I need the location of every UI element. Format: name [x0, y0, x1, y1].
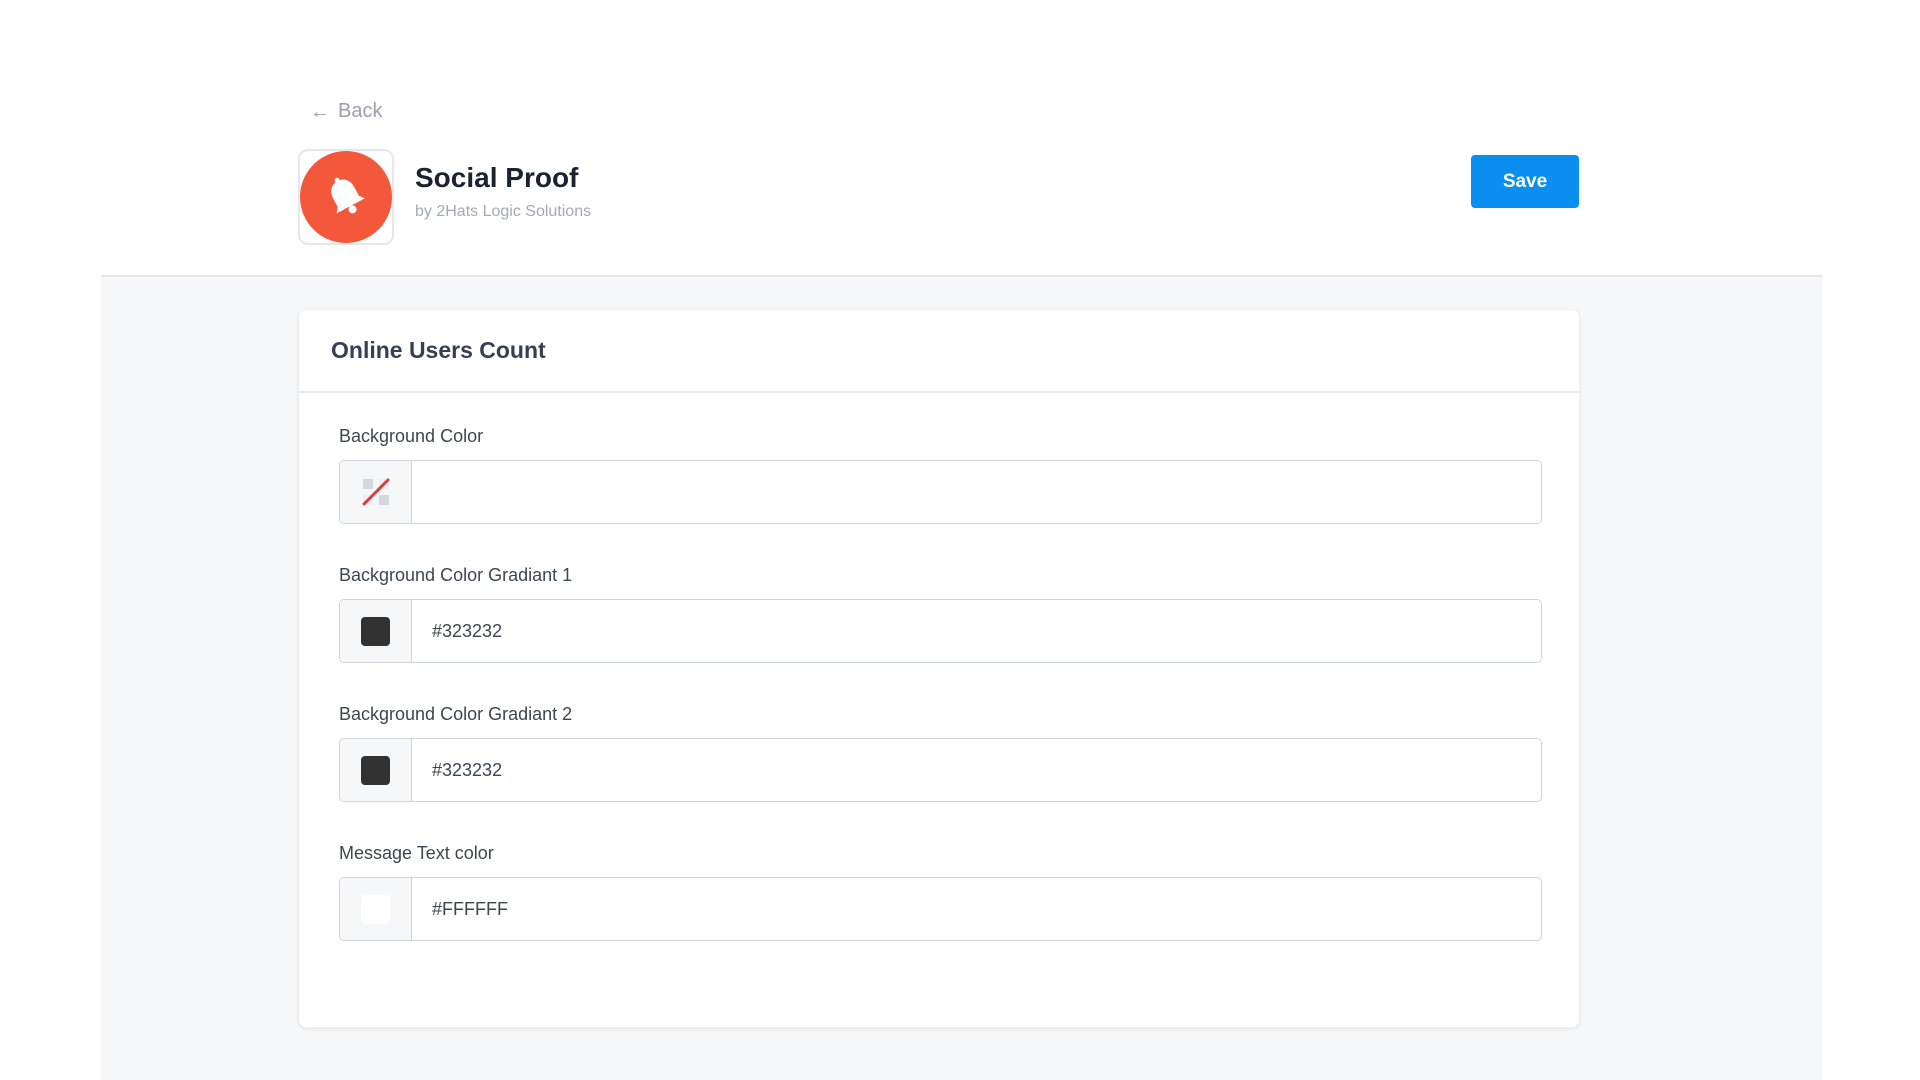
field-label: Background Color	[339, 426, 484, 446]
color-picker-button[interactable]	[340, 600, 412, 662]
background-color-field: Background Color	[339, 426, 1542, 524]
message-text-color-text-input[interactable]	[412, 878, 1541, 940]
app-logo	[298, 149, 394, 245]
app-title: Social Proof	[415, 162, 579, 193]
app-subtitle: by 2Hats Logic Solutions	[415, 203, 592, 220]
message-text-color-field: Message Text color	[339, 843, 1542, 941]
bell-icon	[331, 177, 365, 214]
back-link[interactable]: ← Back	[310, 100, 382, 123]
back-label: Back	[338, 100, 383, 122]
card-header: Online Users Count	[299, 310, 1579, 393]
color-swatch	[361, 755, 390, 785]
field-label: Background Color Gradiant 1	[339, 565, 573, 585]
gradient-2-field: Background Color Gradiant 2	[339, 704, 1542, 802]
app-logo-circle	[300, 151, 392, 243]
save-button[interactable]: Save	[1471, 155, 1579, 208]
color-picker-button[interactable]	[340, 739, 412, 801]
color-swatch	[361, 616, 390, 646]
background-color-input-group	[339, 460, 1542, 524]
gradient-1-text-input[interactable]	[412, 600, 1541, 662]
card-title: Online Users Count	[331, 337, 546, 363]
page-header: ← Back Social Proof by 2Hats Logic Solut…	[101, 0, 1823, 277]
gradient-1-field: Background Color Gradiant 1	[339, 565, 1542, 663]
background-color-text-input[interactable]	[412, 461, 1541, 523]
no-color-icon	[362, 478, 389, 506]
color-swatch	[361, 894, 390, 924]
gradient-2-input-group	[339, 738, 1542, 802]
gradient-1-input-group	[339, 599, 1542, 663]
settings-card: Online Users Count Background Color Back…	[298, 309, 1580, 1028]
field-label: Background Color Gradiant 2	[339, 704, 573, 724]
color-picker-button[interactable]	[340, 878, 412, 940]
gradient-2-text-input[interactable]	[412, 739, 1541, 801]
app-frame: ← Back Social Proof by 2Hats Logic Solut…	[101, 0, 1823, 1080]
message-text-color-input-group	[339, 877, 1542, 941]
arrow-left-icon: ←	[310, 100, 330, 123]
color-picker-button[interactable]	[340, 461, 412, 523]
field-label: Message Text color	[339, 843, 494, 863]
